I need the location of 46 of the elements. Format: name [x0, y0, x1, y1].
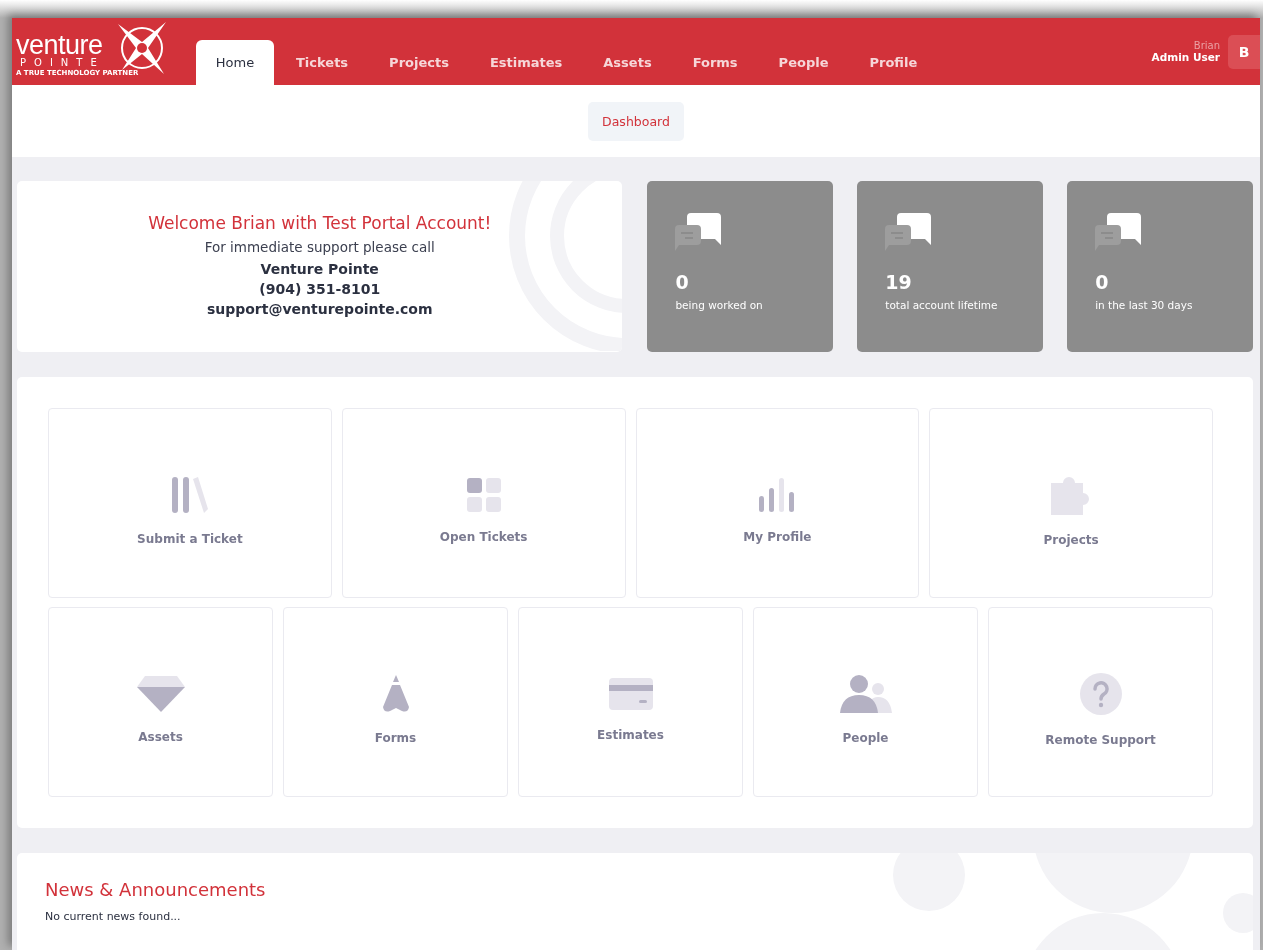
- shortcut-tile[interactable]: Submit a Ticket: [48, 408, 332, 598]
- nav-tab[interactable]: Projects: [370, 40, 468, 85]
- chat-bubbles-icon: [1095, 213, 1142, 253]
- news-title: News & Announcements: [45, 879, 267, 900]
- dashboard-tab[interactable]: Dashboard: [588, 101, 684, 141]
- shortcut-tile[interactable]: Open Tickets: [341, 408, 626, 598]
- shortcut-tile[interactable]: Estimates: [518, 607, 743, 797]
- nav-tab[interactable]: Tickets: [277, 40, 368, 85]
- phone-number: (904) 351-8101: [259, 280, 381, 297]
- nav-tab[interactable]: Profile: [850, 40, 937, 85]
- shortcut-tile[interactable]: People: [753, 607, 978, 797]
- nav-tab[interactable]: Assets: [584, 40, 671, 85]
- stat-value: 0: [1095, 271, 1109, 293]
- user-name: Brian: [1193, 40, 1220, 51]
- stat-value: 19: [885, 271, 912, 293]
- user-avatar[interactable]: B: [1228, 34, 1260, 69]
- shortcut-tile[interactable]: Forms: [283, 607, 508, 797]
- stat-value: 0: [675, 271, 689, 293]
- user-role: Admin User: [1151, 51, 1220, 63]
- news-message: No current news found...: [45, 910, 182, 923]
- shortcut-tile[interactable]: My Profile: [635, 408, 920, 598]
- books-icon: [169, 476, 210, 514]
- logo-word: venture: [16, 33, 104, 57]
- welcome-title: Welcome Brian with Test Portal Account!: [148, 212, 492, 233]
- shortcut-tile[interactable]: Projects: [929, 408, 1213, 598]
- diamond-icon: [136, 676, 185, 712]
- support-email: support@venturepointe.com: [206, 300, 433, 317]
- stat-label: total account lifetime: [885, 299, 998, 311]
- people-icon: [839, 675, 892, 713]
- grid-icon: [466, 478, 501, 512]
- nav-tab[interactable]: Estimates: [470, 40, 582, 85]
- support-prompt: For immediate support please call: [204, 238, 435, 255]
- company-name: Venture Pointe: [260, 260, 379, 277]
- shortcut-tile[interactable]: Remote Support: [988, 607, 1213, 797]
- nav-tab[interactable]: Forms: [673, 40, 757, 85]
- chat-bubbles-icon: [885, 213, 932, 253]
- nav-tab[interactable]: Home: [196, 40, 274, 85]
- shortcut-tile[interactable]: Assets: [48, 607, 273, 797]
- help-icon: [1079, 673, 1122, 715]
- chat-bubbles-icon: [675, 213, 722, 253]
- logo-subword: POINTE: [19, 57, 106, 69]
- nav-tab[interactable]: People: [759, 40, 848, 85]
- pen-icon: [381, 675, 410, 713]
- credit-card-icon: [608, 678, 653, 710]
- stat-label: being worked on: [675, 299, 763, 311]
- stat-label: in the last 30 days: [1095, 299, 1193, 311]
